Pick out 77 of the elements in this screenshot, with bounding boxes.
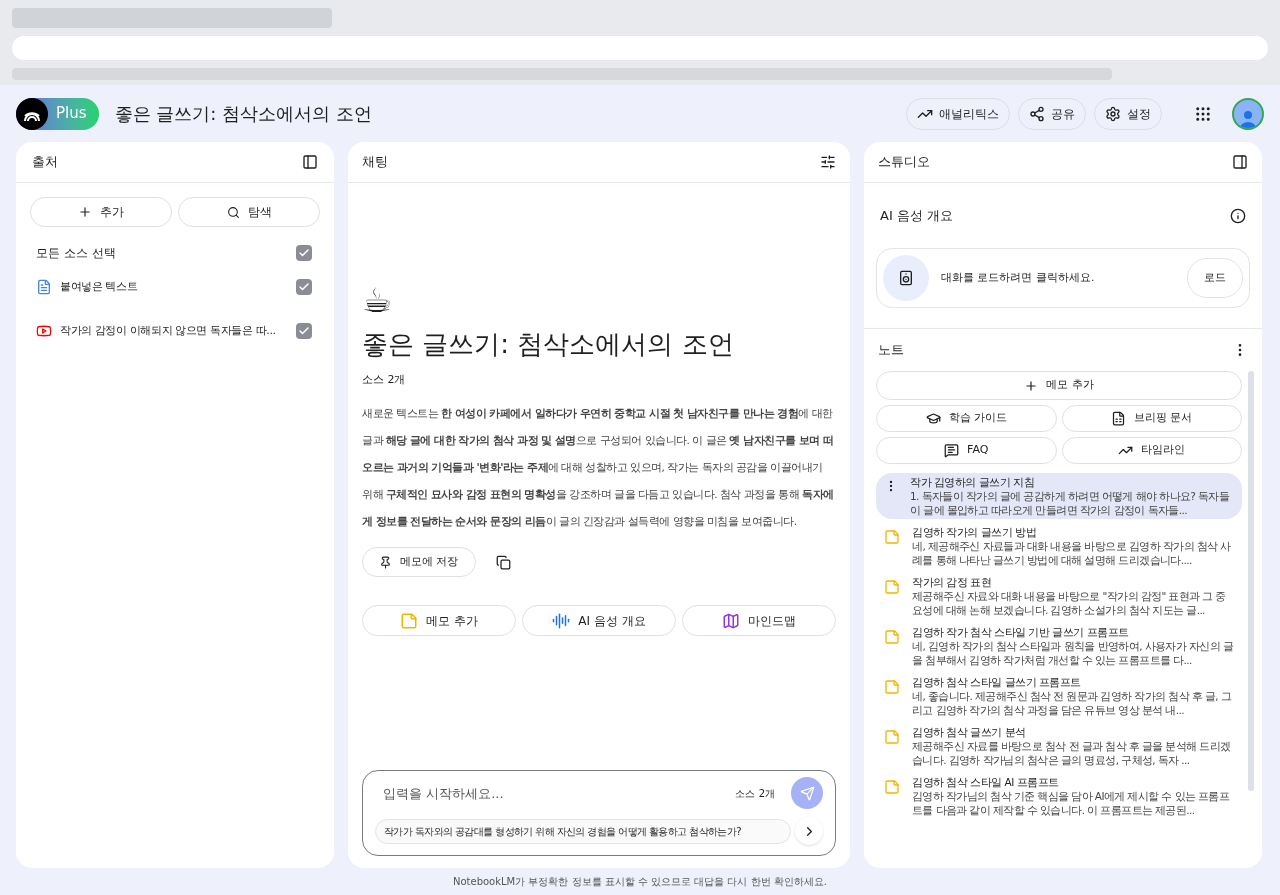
section-title: 노트 xyxy=(878,341,904,360)
check-icon xyxy=(298,325,310,337)
document-icon xyxy=(36,279,52,295)
speaker-icon xyxy=(883,255,929,301)
note-icon xyxy=(884,579,900,595)
note-title: 김영하 작가 첨삭 스타일 기반 글쓰기 프롬프트 xyxy=(912,625,1130,639)
note-icon xyxy=(884,629,900,645)
note-preview: 네, 좋습니다. 제공해주신 첨삭 전 원문과 김영하 작가의 첨삭 후 글, 그리고 김영하 작가의 첨삭 과정을 담은 유튜브 영상 분석 내... xyxy=(912,689,1233,717)
source-count: 소스 2개 xyxy=(735,786,775,801)
note-preview: 제공해주신 자료를 바탕으로 첨삭 전 글과 첨삭 후 글을 분석해 드리겠습니다. 김영하 작가님의 첨삭은 글의 명료성, 구체성, 독자 ... xyxy=(912,739,1232,767)
settings-icon xyxy=(1105,105,1121,122)
note-icon xyxy=(884,779,900,795)
chat-icon xyxy=(944,443,960,458)
plus-icon xyxy=(78,205,92,219)
chat-input[interactable]: 입력을 시작하세요... 소스 2개 작가가 독자와의 공감대를 형성하기 위해 자신의 경험을 어떻게 활용하고 첨삭하는가? xyxy=(362,770,836,856)
notebook-emoji: ☕ xyxy=(362,282,394,317)
panel-title: 스튜디오 xyxy=(878,153,930,172)
panel-toggle-icon[interactable] xyxy=(302,154,318,170)
note-title: 작가 김영하의 글쓰기 지침 xyxy=(910,475,1035,489)
studio-tool-button[interactable]: 학습 가이드 xyxy=(876,405,1057,432)
note-item[interactable]: 작가의 감정 표현 제공해주신 자료와 대화 내용을 바탕으로 "작가의 감정" 표현과 그 중요성에 대해 논해 보겠습니다. 김영하 소설가의 첨삭 지도는 글... xyxy=(876,573,1242,619)
note-item[interactable]: 김영하 첨삭 스타일 AI 프롬프트 김영하 작가님의 첨삭 기준 핵심을 담아 AI에게 제시할 수 있는 프롬프트를 다음과 같이 제작할 수 있습니다. 이 프롬프트는 제공된... xyxy=(876,773,1242,819)
avatar[interactable] xyxy=(1232,97,1264,130)
share-icon xyxy=(1029,105,1045,122)
note-icon xyxy=(884,679,900,695)
note-icon xyxy=(884,729,900,745)
graduation-cap-icon xyxy=(925,411,941,426)
checkbox[interactable] xyxy=(296,245,312,261)
copy-icon[interactable] xyxy=(495,554,511,570)
video-icon xyxy=(36,323,52,339)
note-title: 김영하 첨삭 스타일 AI 프롬프트 xyxy=(912,775,1060,789)
note-preview: 1. 독자들이 작가의 글에 공감하게 하려면 어떻게 해야 하나요? 독자들이 글에 몰입하고 따라오게 만들려면 작가의 감정이 독자들... xyxy=(910,489,1231,517)
plus-icon xyxy=(1024,378,1039,393)
waveform-icon xyxy=(552,611,571,630)
panel-title: 출처 xyxy=(32,153,58,172)
map-icon xyxy=(722,611,740,630)
summary-text: 새로운 텍스트는 한 여성이 카페에서 일하다가 우연히 중학교 시절 첫 남자친구를 만나는 경험에 대한 글과 해당 글에 대한 작가의 첨삭 과정 및 설명으로 구성되어 있습니다. 이 글은 옛 남자친구를 보며 떠오르는 과거의 기억들과 '변화'라는 주제에 대해 성찰하고 있으며, 작가는 독자의 공감을 이끌어내기 위해 구체적인 묘사와 감정 표현의 명확성을 강조하며 글을 다듬고 있습니다. 첨삭 과정을 통해 독자에게 정보를 전달하는 순서와 문장의 리듬이 글의 긴장감과 설득력에 영향을 미침을 보여줍니다. xyxy=(362,406,835,529)
info-icon[interactable] xyxy=(1230,207,1246,224)
checkbox[interactable] xyxy=(296,279,312,295)
search-icon xyxy=(226,205,240,219)
note-title: 김영하 첨삭 스타일 글쓰기 프롬프트 xyxy=(912,675,1082,689)
note-item[interactable]: 김영하 작가 첨삭 스타일 기반 글쓰기 프롬프트 네, 김영하 작가의 첨삭 스타일과 원칙을 반영하여, 사용자가 자신의 글을 첨부해서 김영하 작가처럼 개선할 수 있는 프롬프트를 다... xyxy=(876,623,1242,669)
check-icon xyxy=(298,247,310,259)
checkbox[interactable] xyxy=(296,323,312,339)
panel-toggle-icon[interactable] xyxy=(1232,154,1248,170)
note-preview: 김영하 작가님의 첨삭 기준 핵심을 담아 AI에게 제시할 수 있는 프롬프트를 다음과 같이 제작할 수 있습니다. 이 프롬프트는 제공된... xyxy=(912,789,1231,817)
notebook-title: 좋은 글쓰기: 첨삭소에서의 조언 xyxy=(114,102,372,126)
source-item[interactable]: 작가의 감정이 이해되지 않으면 독자들은 따... xyxy=(16,309,334,353)
audio-message: 대화를 로드하려면 클릭하세요. xyxy=(941,269,1095,286)
source-item[interactable]: 붙여넣은 텍스트 xyxy=(16,265,334,309)
note-title: 김영하 첨삭 글쓰기 분석 xyxy=(912,725,1027,739)
notebook-heading: 좋은 글쓰기: 첨삭소에서의 조언 xyxy=(362,327,735,361)
panel-title: 채팅 xyxy=(362,153,388,172)
note-preview: 네, 김영하 작가의 첨삭 스타일과 원칙을 반영하여, 사용자가 자신의 글을 첨부해서 김영하 작가처럼 개선할 수 있는 프롬프트를 다... xyxy=(912,639,1234,667)
source-count: 소스 2개 xyxy=(362,371,407,388)
select-all-label: 모든 소스 선택 xyxy=(36,245,116,262)
logo-icon xyxy=(16,97,48,130)
document-icon xyxy=(1111,411,1126,426)
note-title: 작가의 감정 표현 xyxy=(912,575,993,589)
note-icon xyxy=(884,529,900,545)
note-item[interactable]: 김영하 첨삭 스타일 글쓰기 프롬프트 네, 좋습니다. 제공해주신 첨삭 전 원문과 김영하 작가의 첨삭 후 글, 그리고 김영하 작가의 첨삭 과정을 담은 유튜브 영상 분석 내... xyxy=(876,673,1242,719)
note-item[interactable]: 김영하 작가의 글쓰기 방법 네, 제공해주신 자료들과 대화 내용을 바탕으로 김영하 작가의 첨삭 사례를 통해 나타난 글쓰기 방법에 대해 설명해 드리겠습니다.... xyxy=(876,523,1242,569)
note-preview: 네, 제공해주신 자료들과 대화 내용을 바탕으로 김영하 작가의 첨삭 사례를 통해 나타난 글쓰기 방법에 대해 설명해 드리겠습니다.... xyxy=(912,539,1232,567)
apps-icon[interactable] xyxy=(1194,104,1212,123)
note-title: 김영하 작가의 글쓰기 방법 xyxy=(912,525,1037,539)
send-icon xyxy=(799,785,815,801)
check-icon xyxy=(298,281,310,293)
plan-label: Plus xyxy=(56,103,87,125)
sliders-icon[interactable] xyxy=(820,154,836,170)
note-item[interactable]: 작가 김영하의 글쓰기 지침 1. 독자들이 작가의 글에 공감하게 하려면 어떻게 해야 하나요? 독자들이 글에 몰입하고 따라오게 만들려면 작가의 감정이 독자들... xyxy=(876,473,1242,519)
note-icon xyxy=(400,611,419,630)
suggestion-chip[interactable]: 작가가 독자와의 공감대를 형성하기 위해 자신의 경험을 어떻게 활용하고 첨삭하는가? xyxy=(375,818,791,844)
disclaimer-text: NotebookLM가 부정확한 정보를 표시할 수 있으므로 대답을 다시 한번 확인하세요. xyxy=(451,875,828,889)
pin-icon xyxy=(379,555,392,569)
note-item[interactable]: 김영하 첨삭 글쓰기 분석 제공해주신 자료를 바탕으로 첨삭 전 글과 첨삭 후 글을 분석해 드리겠습니다. 김영하 작가님의 첨삭은 글의 명료성, 구체성, 독자 ... xyxy=(876,723,1242,769)
note-preview: 제공해주신 자료와 대화 내용을 바탕으로 "작가의 감정" 표현과 그 중요성에 대해 논해 보겠습니다. 김영하 소설가의 첨삭 지도는 글... xyxy=(912,589,1227,617)
section-title: AI 음성 개요 xyxy=(880,206,953,225)
